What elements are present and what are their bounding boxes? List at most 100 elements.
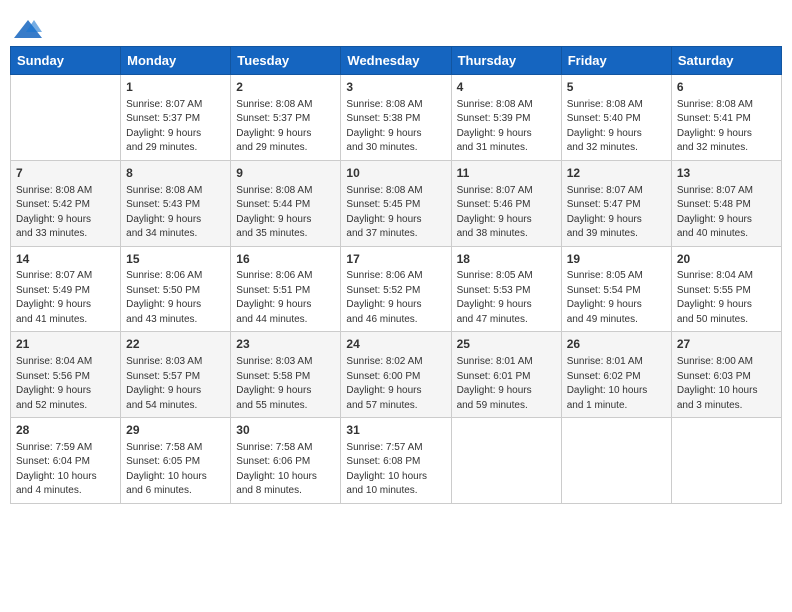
week-row-4: 21 Sunrise: 8:04 AM Sunset: 5:56 PM Dayli… bbox=[11, 332, 782, 418]
calendar-cell: 6 Sunrise: 8:08 AM Sunset: 5:41 PM Daylig… bbox=[671, 75, 781, 161]
cell-content: Sunrise: 8:06 AM Sunset: 5:50 PM Dayligh… bbox=[126, 269, 225, 327]
week-row-1: 1 Sunrise: 8:07 AM Sunset: 5:37 PM Daylig… bbox=[11, 75, 782, 161]
day-number: 17 bbox=[346, 251, 445, 268]
week-row-2: 7 Sunrise: 8:08 AM Sunset: 5:42 PM Daylig… bbox=[11, 160, 782, 246]
calendar-cell: 29 Sunrise: 7:58 AM Sunset: 6:05 PM Dayli… bbox=[121, 418, 231, 504]
day-number: 7 bbox=[16, 165, 115, 182]
cell-content: Sunrise: 7:59 AM Sunset: 6:04 PM Dayligh… bbox=[16, 441, 115, 499]
day-number: 20 bbox=[677, 251, 776, 268]
cell-content: Sunrise: 8:08 AM Sunset: 5:38 PM Dayligh… bbox=[346, 98, 445, 156]
cell-content: Sunrise: 8:07 AM Sunset: 5:46 PM Dayligh… bbox=[457, 184, 556, 242]
calendar-cell: 9 Sunrise: 8:08 AM Sunset: 5:44 PM Daylig… bbox=[231, 160, 341, 246]
col-header-friday: Friday bbox=[561, 47, 671, 75]
day-number: 1 bbox=[126, 79, 225, 96]
calendar-cell: 25Sunrise: 8:01 AM Sunset: 6:01 PM Dayli… bbox=[451, 332, 561, 418]
cell-content: Sunrise: 8:05 AM Sunset: 5:53 PM Dayligh… bbox=[457, 269, 556, 327]
day-number: 31 bbox=[346, 422, 445, 439]
day-number: 5 bbox=[567, 79, 666, 96]
calendar-cell: 2 Sunrise: 8:08 AM Sunset: 5:37 PM Daylig… bbox=[231, 75, 341, 161]
cell-content: Sunrise: 8:07 AM Sunset: 5:37 PM Dayligh… bbox=[126, 98, 225, 156]
col-header-saturday: Saturday bbox=[671, 47, 781, 75]
day-number: 29 bbox=[126, 422, 225, 439]
calendar-cell: 27 Sunrise: 8:00 AM Sunset: 6:03 PM Dayli… bbox=[671, 332, 781, 418]
calendar-cell bbox=[561, 418, 671, 504]
day-number: 8 bbox=[126, 165, 225, 182]
day-number: 10 bbox=[346, 165, 445, 182]
week-row-3: 14Sunrise: 8:07 AM Sunset: 5:49 PM Dayli… bbox=[11, 246, 782, 332]
day-number: 11 bbox=[457, 165, 556, 182]
day-number: 15 bbox=[126, 251, 225, 268]
calendar-cell: 21 Sunrise: 8:04 AM Sunset: 5:56 PM Dayli… bbox=[11, 332, 121, 418]
calendar-cell: 3 Sunrise: 8:08 AM Sunset: 5:38 PM Daylig… bbox=[341, 75, 451, 161]
calendar-cell bbox=[451, 418, 561, 504]
calendar-cell bbox=[11, 75, 121, 161]
cell-content: Sunrise: 8:06 AM Sunset: 5:51 PM Dayligh… bbox=[236, 269, 335, 327]
col-header-sunday: Sunday bbox=[11, 47, 121, 75]
logo-icon bbox=[14, 18, 42, 40]
cell-content: Sunrise: 8:03 AM Sunset: 5:57 PM Dayligh… bbox=[126, 355, 225, 413]
day-number: 26 bbox=[567, 336, 666, 353]
day-number: 18 bbox=[457, 251, 556, 268]
cell-content: Sunrise: 7:57 AM Sunset: 6:08 PM Dayligh… bbox=[346, 441, 445, 499]
calendar-cell: 31 Sunrise: 7:57 AM Sunset: 6:08 PM Dayli… bbox=[341, 418, 451, 504]
day-number: 22 bbox=[126, 336, 225, 353]
calendar-cell: 11 Sunrise: 8:07 AM Sunset: 5:46 PM Dayli… bbox=[451, 160, 561, 246]
page: SundayMondayTuesdayWednesdayThursdayFrid… bbox=[0, 0, 792, 514]
calendar-cell: 14Sunrise: 8:07 AM Sunset: 5:49 PM Dayli… bbox=[11, 246, 121, 332]
calendar-cell: 26 Sunrise: 8:01 AM Sunset: 6:02 PM Dayli… bbox=[561, 332, 671, 418]
cell-content: Sunrise: 8:01 AM Sunset: 6:01 PM Dayligh… bbox=[457, 355, 556, 413]
day-number: 4 bbox=[457, 79, 556, 96]
day-number: 19 bbox=[567, 251, 666, 268]
calendar-cell: 20Sunrise: 8:04 AM Sunset: 5:55 PM Dayli… bbox=[671, 246, 781, 332]
calendar-cell: 10 Sunrise: 8:08 AM Sunset: 5:45 PM Dayli… bbox=[341, 160, 451, 246]
calendar-cell: 30Sunrise: 7:58 AM Sunset: 6:06 PM Dayli… bbox=[231, 418, 341, 504]
cell-content: Sunrise: 8:04 AM Sunset: 5:55 PM Dayligh… bbox=[677, 269, 776, 327]
cell-content: Sunrise: 8:08 AM Sunset: 5:45 PM Dayligh… bbox=[346, 184, 445, 242]
calendar-cell: 5Sunrise: 8:08 AM Sunset: 5:40 PM Daylig… bbox=[561, 75, 671, 161]
day-number: 2 bbox=[236, 79, 335, 96]
week-row-5: 28 Sunrise: 7:59 AM Sunset: 6:04 PM Dayli… bbox=[11, 418, 782, 504]
col-header-wednesday: Wednesday bbox=[341, 47, 451, 75]
day-number: 28 bbox=[16, 422, 115, 439]
calendar-cell: 8Sunrise: 8:08 AM Sunset: 5:43 PM Daylig… bbox=[121, 160, 231, 246]
day-number: 14 bbox=[16, 251, 115, 268]
cell-content: Sunrise: 8:04 AM Sunset: 5:56 PM Dayligh… bbox=[16, 355, 115, 413]
calendar-cell: 12Sunrise: 8:07 AM Sunset: 5:47 PM Dayli… bbox=[561, 160, 671, 246]
calendar-cell: 16Sunrise: 8:06 AM Sunset: 5:51 PM Dayli… bbox=[231, 246, 341, 332]
calendar-cell: 22 Sunrise: 8:03 AM Sunset: 5:57 PM Dayli… bbox=[121, 332, 231, 418]
cell-content: Sunrise: 8:07 AM Sunset: 5:49 PM Dayligh… bbox=[16, 269, 115, 327]
cell-content: Sunrise: 8:05 AM Sunset: 5:54 PM Dayligh… bbox=[567, 269, 666, 327]
calendar-cell: 17Sunrise: 8:06 AM Sunset: 5:52 PM Dayli… bbox=[341, 246, 451, 332]
day-number: 6 bbox=[677, 79, 776, 96]
col-header-tuesday: Tuesday bbox=[231, 47, 341, 75]
calendar-cell: 24 Sunrise: 8:02 AM Sunset: 6:00 PM Dayli… bbox=[341, 332, 451, 418]
day-number: 3 bbox=[346, 79, 445, 96]
cell-content: Sunrise: 8:01 AM Sunset: 6:02 PM Dayligh… bbox=[567, 355, 666, 413]
day-number: 9 bbox=[236, 165, 335, 182]
cell-content: Sunrise: 8:06 AM Sunset: 5:52 PM Dayligh… bbox=[346, 269, 445, 327]
cell-content: Sunrise: 7:58 AM Sunset: 6:05 PM Dayligh… bbox=[126, 441, 225, 499]
cell-content: Sunrise: 8:08 AM Sunset: 5:44 PM Dayligh… bbox=[236, 184, 335, 242]
col-header-thursday: Thursday bbox=[451, 47, 561, 75]
header bbox=[10, 10, 782, 46]
cell-content: Sunrise: 8:08 AM Sunset: 5:41 PM Dayligh… bbox=[677, 98, 776, 156]
day-number: 21 bbox=[16, 336, 115, 353]
cell-content: Sunrise: 8:02 AM Sunset: 6:00 PM Dayligh… bbox=[346, 355, 445, 413]
day-number: 24 bbox=[346, 336, 445, 353]
calendar-cell: 28 Sunrise: 7:59 AM Sunset: 6:04 PM Dayli… bbox=[11, 418, 121, 504]
cell-content: Sunrise: 8:08 AM Sunset: 5:39 PM Dayligh… bbox=[457, 98, 556, 156]
calendar-cell: 15Sunrise: 8:06 AM Sunset: 5:50 PM Dayli… bbox=[121, 246, 231, 332]
column-headers: SundayMondayTuesdayWednesdayThursdayFrid… bbox=[11, 47, 782, 75]
cell-content: Sunrise: 8:00 AM Sunset: 6:03 PM Dayligh… bbox=[677, 355, 776, 413]
calendar-cell: 23Sunrise: 8:03 AM Sunset: 5:58 PM Dayli… bbox=[231, 332, 341, 418]
cell-content: Sunrise: 8:07 AM Sunset: 5:48 PM Dayligh… bbox=[677, 184, 776, 242]
cell-content: Sunrise: 8:08 AM Sunset: 5:37 PM Dayligh… bbox=[236, 98, 335, 156]
day-number: 23 bbox=[236, 336, 335, 353]
cell-content: Sunrise: 8:07 AM Sunset: 5:47 PM Dayligh… bbox=[567, 184, 666, 242]
calendar-cell bbox=[671, 418, 781, 504]
day-number: 30 bbox=[236, 422, 335, 439]
cell-content: Sunrise: 8:08 AM Sunset: 5:42 PM Dayligh… bbox=[16, 184, 115, 242]
day-number: 27 bbox=[677, 336, 776, 353]
calendar-cell: 4 Sunrise: 8:08 AM Sunset: 5:39 PM Daylig… bbox=[451, 75, 561, 161]
calendar-cell: 13Sunrise: 8:07 AM Sunset: 5:48 PM Dayli… bbox=[671, 160, 781, 246]
